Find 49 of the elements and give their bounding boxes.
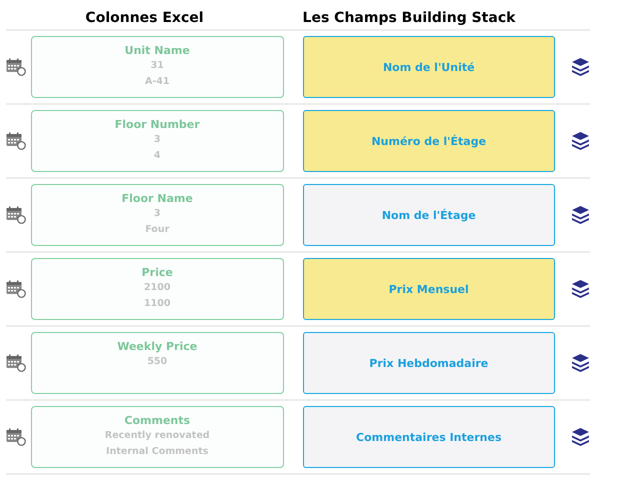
field-name: Commentaires Internes xyxy=(356,430,502,444)
layers-icon[interactable] xyxy=(571,131,590,151)
field-name: Nom de l'Étage xyxy=(382,208,476,222)
column-name: Comments xyxy=(124,414,190,427)
field-name: Numéro de l'Étage xyxy=(371,134,486,148)
sample-value: 3 xyxy=(154,207,161,221)
sample-value: A-41 xyxy=(144,75,170,89)
column-name: Floor Name xyxy=(122,192,193,205)
layers-icon[interactable] xyxy=(571,353,590,373)
excel-column-card[interactable]: Floor Name 3 Four xyxy=(30,184,284,246)
sample-value: 2100 xyxy=(144,281,170,295)
column-name: Price xyxy=(142,266,173,279)
layers-icon[interactable] xyxy=(571,57,590,77)
target-field-card[interactable]: Prix Hebdomadaire xyxy=(302,332,556,394)
column-name: Weekly Price xyxy=(117,340,198,353)
calendar-clock-icon xyxy=(6,206,26,224)
calendar-clock-icon xyxy=(6,132,26,150)
column-name: Floor Number xyxy=(114,118,200,131)
layers-icon[interactable] xyxy=(571,279,590,299)
field-name: Prix Hebdomadaire xyxy=(369,356,488,370)
sample-value: Recently renovated xyxy=(104,429,210,443)
calendar-clock-icon xyxy=(6,58,26,76)
target-field-card[interactable]: Nom de l'Étage xyxy=(302,184,556,246)
sample-value: Internal Comments xyxy=(106,445,208,459)
layers-icon[interactable] xyxy=(571,205,590,225)
target-field-card[interactable]: Numéro de l'Étage xyxy=(302,110,556,172)
sample-value: 1100 xyxy=(144,297,170,311)
excel-column-card[interactable]: Unit Name 31 A-41 xyxy=(30,36,284,98)
excel-column-card[interactable]: Comments Recently renovated Internal Comments xyxy=(30,406,284,468)
excel-column-card[interactable]: Price 2100 1100 xyxy=(30,258,284,320)
sample-value: 550 xyxy=(147,355,168,369)
column-heading: Les Champs Building Stack xyxy=(302,10,516,28)
excel-column-card[interactable]: Floor Number 3 4 xyxy=(30,110,284,172)
sample-value: Four xyxy=(145,223,170,237)
sample-value: 4 xyxy=(154,149,161,163)
target-field-card[interactable]: Commentaires Internes xyxy=(302,406,556,468)
column-heading: Colonnes Excel xyxy=(85,10,204,28)
target-field-card[interactable]: Prix Mensuel xyxy=(302,258,556,320)
calendar-clock-icon xyxy=(6,280,26,298)
calendar-clock-icon xyxy=(6,354,26,372)
target-field-card[interactable]: Nom de l'Unité xyxy=(302,36,556,98)
column-name: Unit Name xyxy=(124,44,190,57)
calendar-clock-icon xyxy=(6,428,26,446)
excel-column-card[interactable]: Weekly Price 550 xyxy=(30,332,284,394)
field-name: Prix Mensuel xyxy=(388,282,469,296)
layers-icon[interactable] xyxy=(571,427,590,447)
sample-value: 31 xyxy=(150,59,164,73)
sample-value: 3 xyxy=(154,133,161,147)
field-name: Nom de l'Unité xyxy=(382,60,475,74)
